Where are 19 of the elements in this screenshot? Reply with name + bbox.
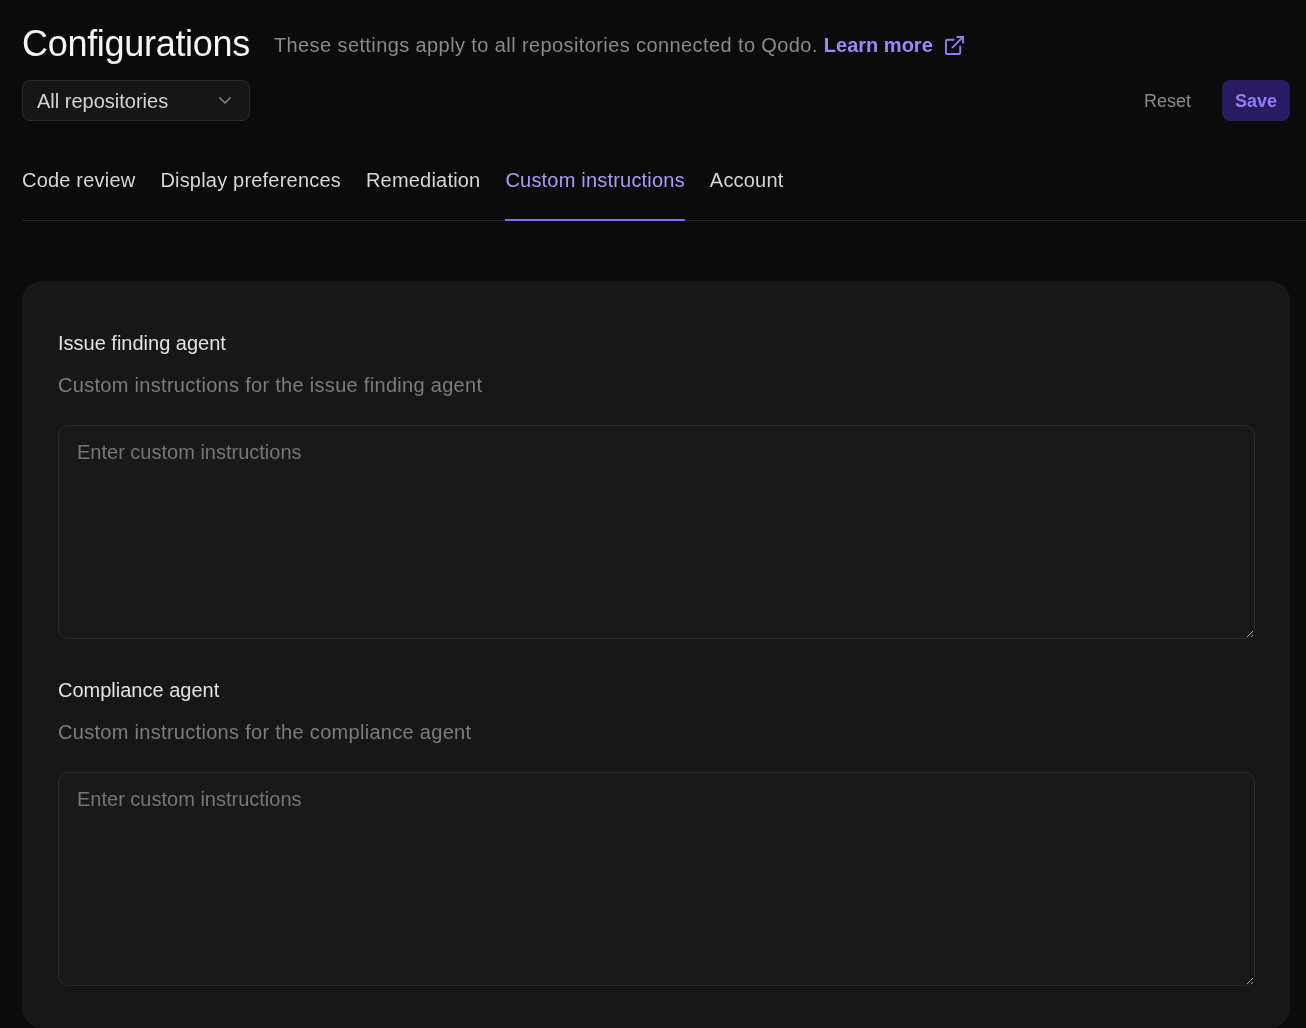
repository-dropdown[interactable]: All repositories bbox=[22, 80, 250, 121]
section-description: Custom instructions for the issue finding agent bbox=[58, 373, 483, 397]
reset-button[interactable]: Reset bbox=[1129, 80, 1205, 121]
tab[interactable]: Code review bbox=[22, 166, 136, 221]
section-title: Issue finding agent bbox=[58, 331, 226, 355]
tab[interactable]: Remediation bbox=[365, 166, 481, 221]
save-button[interactable]: Save bbox=[1221, 80, 1290, 121]
page-description: These settings apply to all repositories connected to Qodo. bbox=[273, 33, 818, 57]
page-title: Configurations bbox=[22, 22, 250, 66]
instructions-input[interactable]: Enter custom instructions bbox=[58, 425, 1255, 639]
external-link-icon bbox=[944, 35, 964, 55]
section-description: Custom instructions for the compliance agent bbox=[58, 720, 472, 744]
learn-more-link[interactable]: Learn more bbox=[823, 33, 964, 57]
tab[interactable]: Display preferences bbox=[160, 166, 341, 221]
chevron-down-icon bbox=[219, 97, 231, 104]
instructions-input[interactable]: Enter custom instructions bbox=[58, 772, 1255, 986]
tab[interactable]: Account bbox=[709, 166, 784, 221]
section-title: Compliance agent bbox=[58, 678, 220, 702]
tab[interactable]: Custom instructions bbox=[505, 166, 685, 221]
